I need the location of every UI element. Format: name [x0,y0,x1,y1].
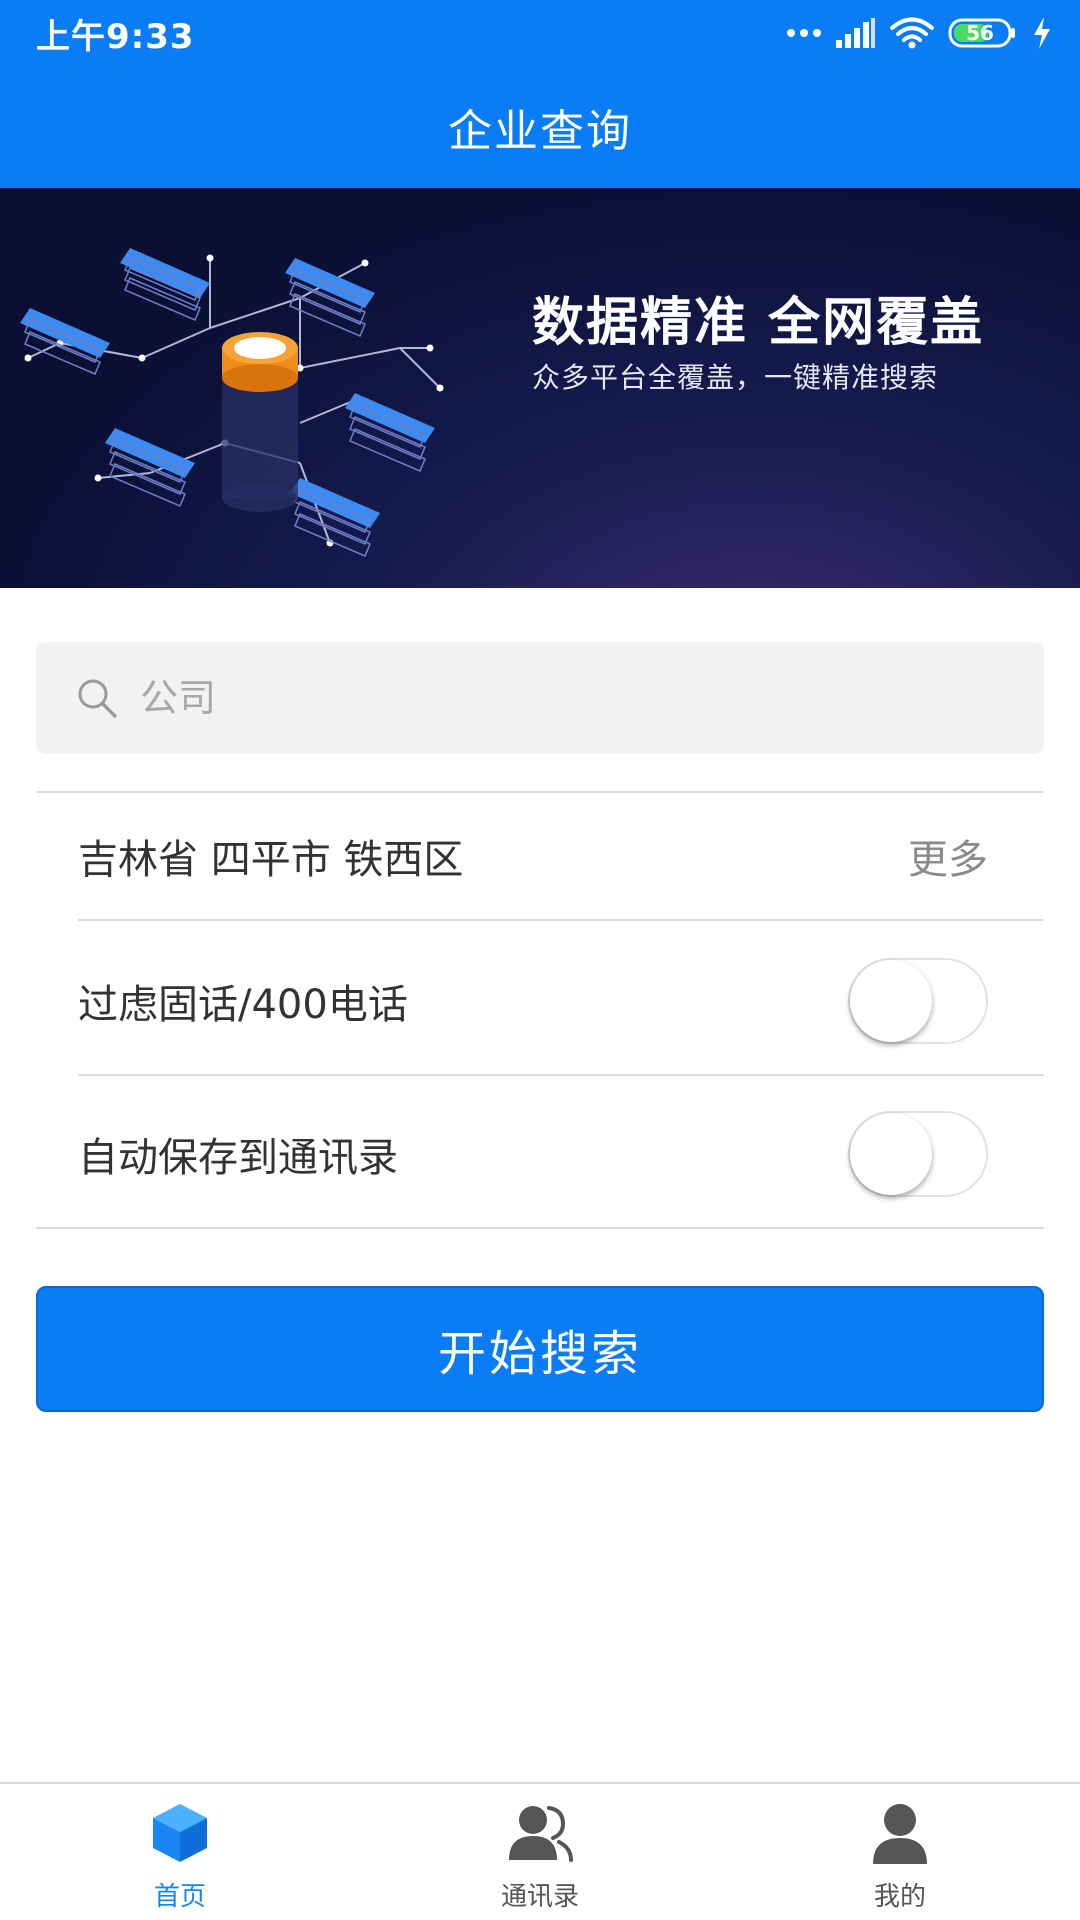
search-input[interactable] [140,676,940,720]
tab-home[interactable]: 首页 [0,1784,360,1920]
list-divider [78,919,1044,921]
list-divider [78,1074,1044,1076]
search-box[interactable] [36,642,1044,754]
cube-icon [153,1804,207,1862]
tab-profile[interactable]: 我的 [720,1784,1080,1920]
region-more-link[interactable]: 更多 [908,827,988,885]
app-header: 企业查询 [0,66,1080,188]
tab-profile-label: 我的 [873,1882,926,1912]
status-icons: 56 [786,17,1052,49]
search-icon [78,679,117,718]
toggle-knob [850,1113,932,1195]
tab-contacts-label: 通讯录 [500,1882,579,1912]
filter-landline-toggle[interactable] [848,958,988,1044]
filter-landline-label: 过虑固话/400电话 [78,982,408,1028]
start-search-button[interactable]: 开始搜索 [36,1286,1044,1412]
auto-save-contacts-row: 自动保存到通讯录 [78,1091,1044,1217]
cell-signal-icon [836,18,875,48]
page-title: 企业查询 [448,106,632,157]
data-network-illustration [20,248,444,557]
bottom-tab-bar: 首页 通讯录 我的 [0,1782,1080,1920]
banner-headline: 数据精准 全网覆盖 [532,293,985,353]
battery-level: 56 [966,21,994,45]
auto-save-contacts-label: 自动保存到通讯录 [78,1135,398,1181]
signal-dots-icon [787,29,821,37]
person-icon [873,1804,927,1864]
tab-home-label: 首页 [153,1882,206,1912]
banner-subline: 众多平台全覆盖，一键精准搜索 [532,361,939,394]
battery-icon: 56 [948,17,1018,49]
wifi-icon [890,17,934,49]
charging-icon [1034,17,1050,49]
filter-landline-row: 过虑固话/400电话 [78,938,1044,1064]
promo-banner[interactable]: 数据精准 全网覆盖 众多平台全覆盖，一键精准搜索 [0,188,1080,588]
status-bar: 上午9:33 56 [0,0,1080,66]
tab-contacts[interactable]: 通讯录 [360,1784,720,1920]
region-label: 吉林省 四平市 铁西区 [78,837,464,883]
contacts-icon [509,1806,573,1862]
list-divider-bottom [36,1227,1044,1229]
region-selector[interactable]: 吉林省 四平市 铁西区 更多 [78,793,1044,919]
enterprise-search-screen: 上午9:33 56 企业查询 数据精准 全网覆盖 众多平台全覆盖，一键精准搜索 … [0,0,1080,1920]
toggle-knob [850,960,932,1042]
status-time: 上午9:33 [36,16,195,57]
auto-save-contacts-toggle[interactable] [848,1111,988,1197]
